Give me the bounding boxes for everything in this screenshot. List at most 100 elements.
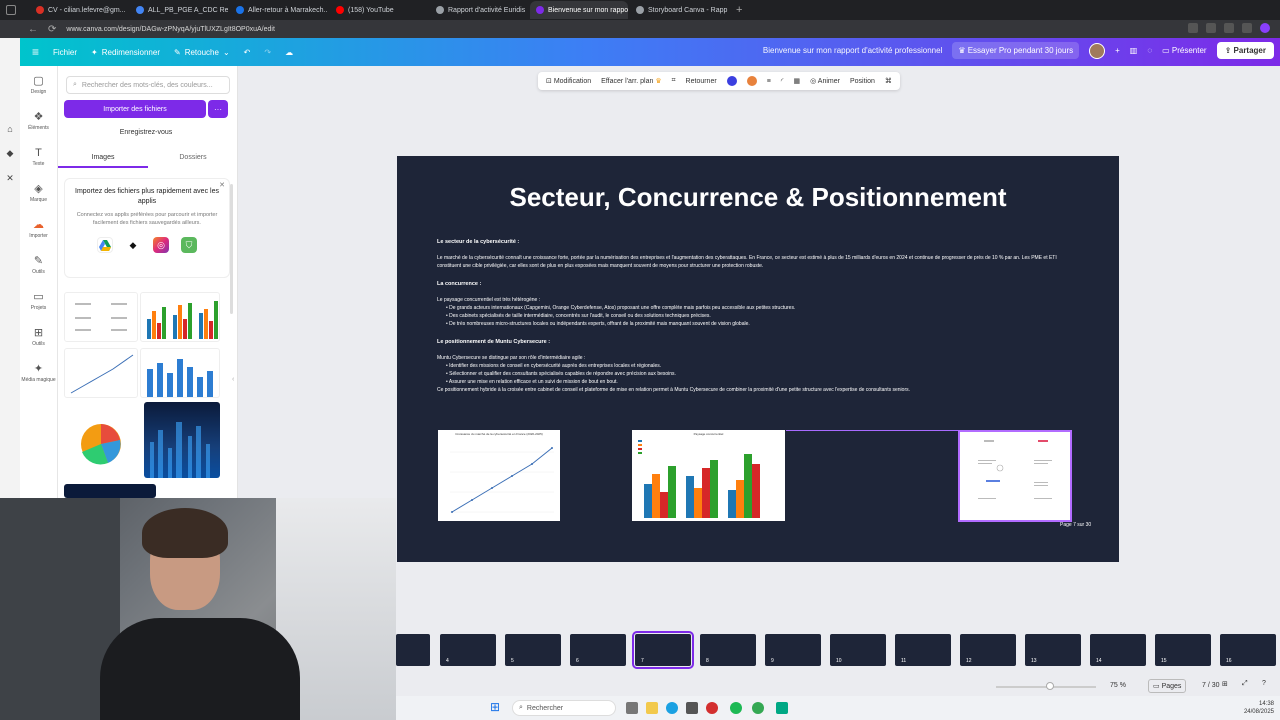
rail-item-design[interactable]: ▢ Design [31,76,47,104]
page-thumbnail[interactable]: 13 [1025,634,1081,666]
extension-icon[interactable] [1188,23,1198,33]
browser-tab[interactable]: CV - cilian.lefevre@gm... [30,1,128,19]
tab-folders[interactable]: Dossiers [148,152,237,168]
slide-title[interactable]: Secteur, Concurrence & Positionnement [397,182,1119,213]
rail-item-marque[interactable]: ◈ Marque [30,184,47,212]
position-button[interactable]: Position [850,78,875,85]
page-thumbnail[interactable]: 9 [765,634,821,666]
edge-browser-icon[interactable] [666,702,678,714]
file-menu[interactable]: Fichier [53,48,77,57]
page-thumbnail[interactable]: 15 [1155,634,1211,666]
import-files-button[interactable]: Importer des fichiers [64,100,206,118]
page-thumbnail[interactable]: 10 [830,634,886,666]
undo-icon[interactable]: ↶ [244,48,251,57]
add-collaborator-icon[interactable]: + [1115,46,1120,55]
more-options-button[interactable]: ··· [208,100,228,118]
task-view-icon[interactable] [626,702,638,714]
selected-positioning-image[interactable] [958,430,1072,522]
downloads-icon[interactable] [1242,23,1252,33]
uploaded-image-thumbnail[interactable] [64,406,138,476]
crop-icon[interactable]: ⌗ [672,77,676,85]
window-menu-icon[interactable] [6,5,16,15]
page-thumbnail[interactable]: 7 [632,631,694,669]
browser-tab[interactable]: ALL_PB_PGE A_CDC Re... [130,1,228,19]
reload-icon[interactable]: ⟳ [48,24,56,35]
page-thumbnail[interactable]: 12 [960,634,1016,666]
page-thumbnail[interactable]: 14 [1090,634,1146,666]
back-icon[interactable]: ← [28,24,38,35]
rail-item-éléments[interactable]: ❖ Éléments [28,112,49,140]
rail-item-projets[interactable]: ▭ Projets [31,292,47,320]
help-icon[interactable]: ? [1262,680,1266,687]
sidebar-shortcut-icon[interactable]: ⌂ [7,124,12,134]
uploaded-image-thumbnail[interactable] [140,292,220,342]
present-button[interactable]: ▭ Présenter [1162,46,1206,55]
color-swatch-blue[interactable] [726,76,737,86]
page-thumbnail[interactable]: 6 [570,634,626,666]
market-growth-chart-image[interactable]: Croissance du marché de la cybersécurité… [438,430,560,521]
section-sector[interactable]: Le secteur de la cybersécurité : Le marc… [437,238,1077,270]
cast-icon[interactable] [1206,23,1216,33]
border-style-icon[interactable]: ≡ [767,78,771,85]
corner-rounding-icon[interactable]: ◜ [781,77,784,85]
dropbox-icon[interactable]: ◆ [125,237,141,253]
uploaded-image-thumbnail[interactable] [140,348,220,398]
page-thumbnail[interactable]: 8 [700,634,756,666]
browser-tab[interactable]: Storyboard Canva - Rapp... [630,1,728,19]
rail-item-importer[interactable]: ☁ Importer [29,220,48,248]
remove-background-button[interactable]: Effacer l'arr. plan ♛ [601,77,661,85]
uploaded-image-thumbnail[interactable] [64,348,138,398]
section-positioning[interactable]: Le positionnement de Muntu Cybersecure :… [437,338,1077,394]
taskbar-search[interactable]: ⌕ Rechercher [512,700,616,716]
tab-images[interactable]: Images [58,152,148,168]
edit-image-button[interactable]: ⊡ Modification [546,77,591,85]
try-pro-button[interactable]: ♛ Essayer Pro pendant 30 jours [952,42,1080,59]
rail-item-outils[interactable]: ✎ Outils [32,256,45,284]
search-input[interactable]: ⌕ Rechercher des mots-clés, des couleurs… [66,76,230,94]
profile-avatar[interactable] [1260,23,1270,33]
cloud-save-icon[interactable]: ☁ [285,48,293,57]
url-field[interactable]: www.canva.com/design/DAGw-zPNyqA/yjuTlUX… [66,26,275,33]
windows-start-icon[interactable]: ⊞ [490,700,502,714]
bookmark-icon[interactable] [1224,23,1234,33]
browser-tab[interactable]: (158) YouTube [330,1,428,19]
color-swatch-orange[interactable] [746,76,757,86]
zoom-level[interactable]: 75 % [1110,682,1126,689]
rail-item-texte[interactable]: T Texte [33,148,45,176]
animate-button[interactable]: ◎ Animer [810,77,840,85]
browser-tab[interactable]: Rapport d'activité Euridis [430,1,528,19]
spotify-icon[interactable] [730,702,742,714]
browser-tab[interactable]: Bienvenue sur mon rappo...✕ [530,1,628,19]
sidebar-shortcut-icon[interactable]: ✕ [6,173,14,184]
transparency-icon[interactable]: ▦ [794,77,801,85]
close-icon[interactable]: ✕ [219,181,225,189]
whatsapp-icon[interactable] [776,702,788,714]
competition-bar-chart-image[interactable]: Paysage concurrentiel [632,430,785,521]
shopify-icon[interactable]: ⛉ [181,237,197,253]
flip-button[interactable]: Retourner [686,78,717,85]
zoom-slider-handle[interactable] [1046,682,1054,690]
page-thumbnail[interactable]: 4 [440,634,496,666]
new-tab-icon[interactable]: + [730,4,748,16]
browser-tab[interactable]: Aller-retour à Marrakech... [230,1,328,19]
rail-item-outils[interactable]: ⊞ Outils [32,328,45,356]
uploaded-image-thumbnail[interactable] [144,402,220,478]
pages-button[interactable]: ▭ Pages [1148,679,1187,693]
store-icon[interactable] [686,702,698,714]
hamburger-menu-icon[interactable]: ≡ [32,45,39,59]
page-thumbnail[interactable]: 11 [895,634,951,666]
edit-menu[interactable]: ✎ Retouche ⌄ [174,48,230,57]
chrome-icon[interactable] [752,702,764,714]
app-icon[interactable] [706,702,718,714]
record-yourself-button[interactable]: Enregistrez-vous [64,124,228,140]
grid-view-icon[interactable]: ⊞ [1222,680,1228,688]
avatar[interactable] [1089,42,1106,59]
paint-format-icon[interactable]: ⌘ [885,77,892,85]
section-competition[interactable]: La concurrence : Le paysage concurrentie… [437,280,1077,328]
instagram-icon[interactable]: ◎ [153,237,169,253]
uploaded-image-thumbnail[interactable] [64,292,138,342]
google-drive-icon[interactable] [97,237,113,253]
page-thumbnail[interactable]: 16 [1220,634,1276,666]
file-explorer-icon[interactable] [646,702,658,714]
panel-scrollbar[interactable] [230,184,233,314]
